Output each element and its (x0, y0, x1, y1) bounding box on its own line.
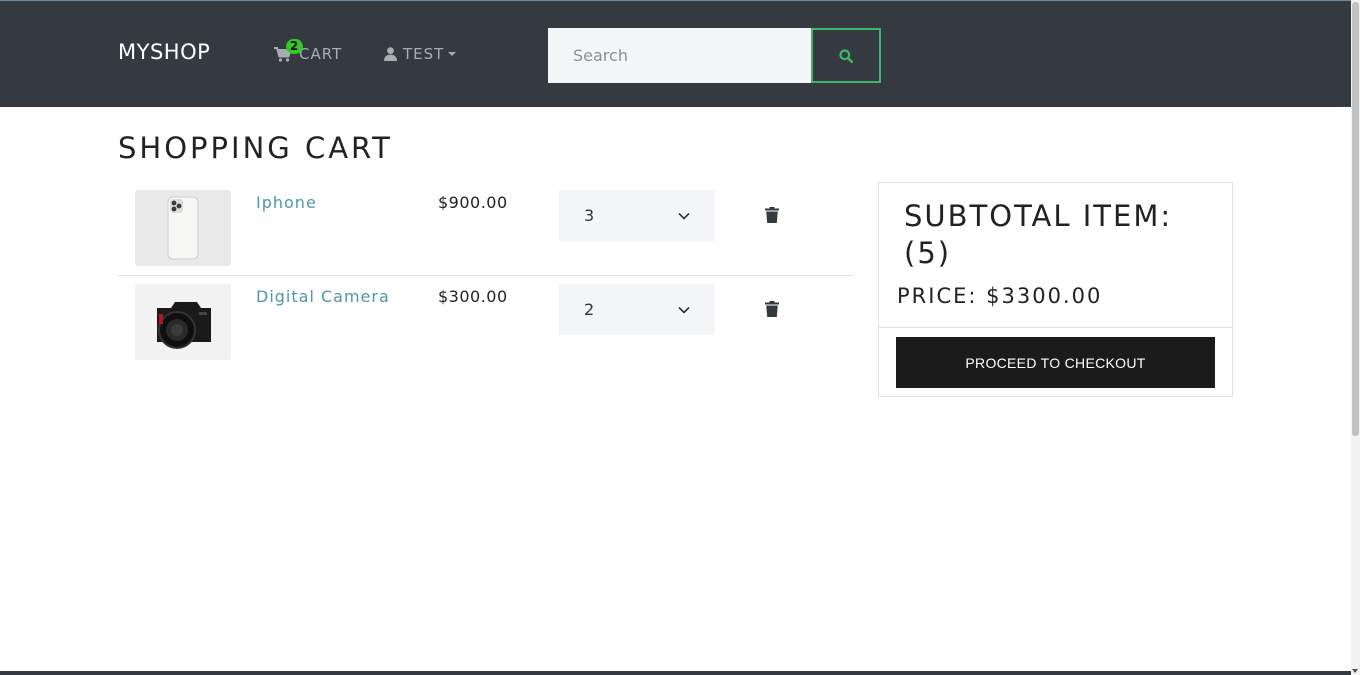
product-name-link[interactable]: Iphone (256, 193, 317, 212)
user-icon (384, 47, 397, 61)
product-name-link[interactable]: Digital Camera (256, 287, 390, 306)
trash-icon[interactable] (765, 207, 779, 223)
quantity-value: 2 (584, 300, 595, 319)
quantity-select[interactable]: 2 (559, 284, 715, 335)
footer-edge (0, 671, 1351, 675)
search-input[interactable] (548, 28, 811, 83)
page-scrollbar[interactable] (1351, 0, 1360, 675)
chevron-down-icon (678, 212, 690, 220)
page-title: SHOPPING CART (118, 131, 393, 165)
caret-down-icon (448, 52, 457, 56)
subtotal-heading: SUBTOTAL ITEM: (5) (904, 199, 1173, 270)
scrollbar-thumb[interactable] (1352, 2, 1359, 436)
product-image-camera (135, 284, 231, 360)
user-menu-dropdown[interactable]: TEST (384, 45, 457, 63)
proceed-to-checkout-button[interactable]: PROCEED TO CHECKOUT (896, 337, 1215, 388)
brand-logo[interactable]: MYSHOP (118, 40, 210, 64)
scroll-down-arrow-icon[interactable] (1352, 669, 1358, 673)
nav-cart-link[interactable]: 2 CART (274, 39, 343, 63)
product-price: $300.00 (438, 287, 508, 306)
total-price: PRICE: $3300.00 (897, 284, 1103, 308)
quantity-select[interactable]: 3 (559, 190, 715, 241)
summary-header: SUBTOTAL ITEM: (5) PRICE: $3300.00 (879, 183, 1232, 328)
search-button[interactable] (811, 28, 881, 83)
order-summary-card: SUBTOTAL ITEM: (5) PRICE: $3300.00 PROCE… (878, 182, 1233, 397)
product-price: $900.00 (438, 193, 508, 212)
cart-item-row: Iphone $900.00 3 (118, 182, 853, 276)
cart-item-row: Digital Camera $300.00 2 (118, 276, 853, 370)
nav-cart-label: CART (299, 45, 343, 63)
search-icon (839, 48, 853, 63)
user-menu-label: TEST (403, 45, 445, 63)
navbar: MYSHOP 2 CART TEST (0, 0, 1351, 107)
quantity-value: 3 (584, 206, 595, 225)
chevron-down-icon (678, 306, 690, 314)
cart-count-badge: 2 (286, 39, 303, 54)
product-image-iphone (135, 190, 231, 266)
trash-icon[interactable] (765, 301, 779, 317)
